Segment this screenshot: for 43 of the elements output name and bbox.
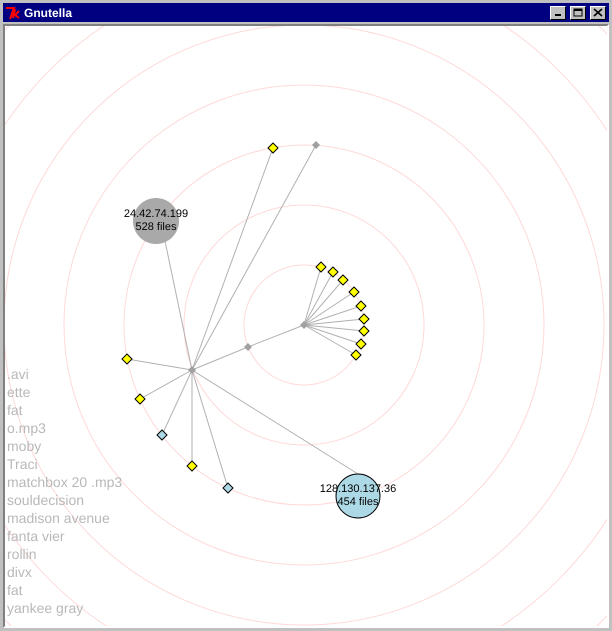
search-query: moby bbox=[7, 437, 42, 455]
peer-node[interactable] bbox=[315, 261, 327, 273]
relay-node[interactable] bbox=[188, 366, 196, 374]
peer-node[interactable] bbox=[222, 482, 234, 494]
search-query: Traci bbox=[7, 455, 39, 473]
peer-node[interactable] bbox=[355, 338, 367, 350]
search-query: matchbox 20 .mp3 bbox=[7, 473, 122, 491]
close-button[interactable] bbox=[590, 6, 606, 20]
search-query: divx bbox=[7, 563, 33, 581]
search-query: souldecision bbox=[7, 491, 86, 509]
search-query: .avi bbox=[7, 365, 30, 383]
host-address: 24.42.74.199 bbox=[124, 208, 188, 221]
file-count: 528 files bbox=[136, 221, 176, 234]
file-count: 454 files bbox=[338, 496, 378, 509]
relay-node[interactable] bbox=[300, 321, 308, 329]
app-logo-icon bbox=[5, 6, 21, 20]
peer-node[interactable] bbox=[358, 325, 370, 337]
window-title: Gnutella bbox=[24, 4, 72, 22]
close-icon bbox=[593, 8, 603, 17]
search-query: o.mp3 bbox=[7, 419, 47, 437]
peer-node[interactable] bbox=[267, 142, 279, 154]
relay-node[interactable] bbox=[312, 141, 320, 149]
search-query: ette bbox=[7, 383, 32, 401]
search-query: fat bbox=[7, 401, 24, 419]
minimize-button[interactable] bbox=[550, 6, 566, 20]
peer-node[interactable] bbox=[186, 460, 198, 472]
search-query: madison avenue bbox=[7, 509, 111, 527]
peer-node[interactable] bbox=[348, 286, 360, 298]
maximize-button[interactable] bbox=[570, 6, 586, 20]
peer-node[interactable] bbox=[358, 313, 370, 325]
peer-node[interactable] bbox=[156, 429, 168, 441]
maximize-icon bbox=[573, 8, 583, 17]
peer-node[interactable] bbox=[355, 300, 367, 312]
search-query: yankee gray bbox=[7, 599, 84, 617]
search-query: fat bbox=[7, 581, 24, 599]
peer-node[interactable] bbox=[327, 266, 339, 278]
relay-node[interactable] bbox=[244, 343, 252, 351]
search-query: fanta vier bbox=[7, 527, 66, 545]
peer-node[interactable] bbox=[134, 393, 146, 405]
peer-node[interactable] bbox=[350, 349, 362, 361]
search-query: rollin bbox=[7, 545, 38, 563]
peer-node[interactable] bbox=[121, 353, 133, 365]
peer-node[interactable] bbox=[337, 274, 349, 286]
